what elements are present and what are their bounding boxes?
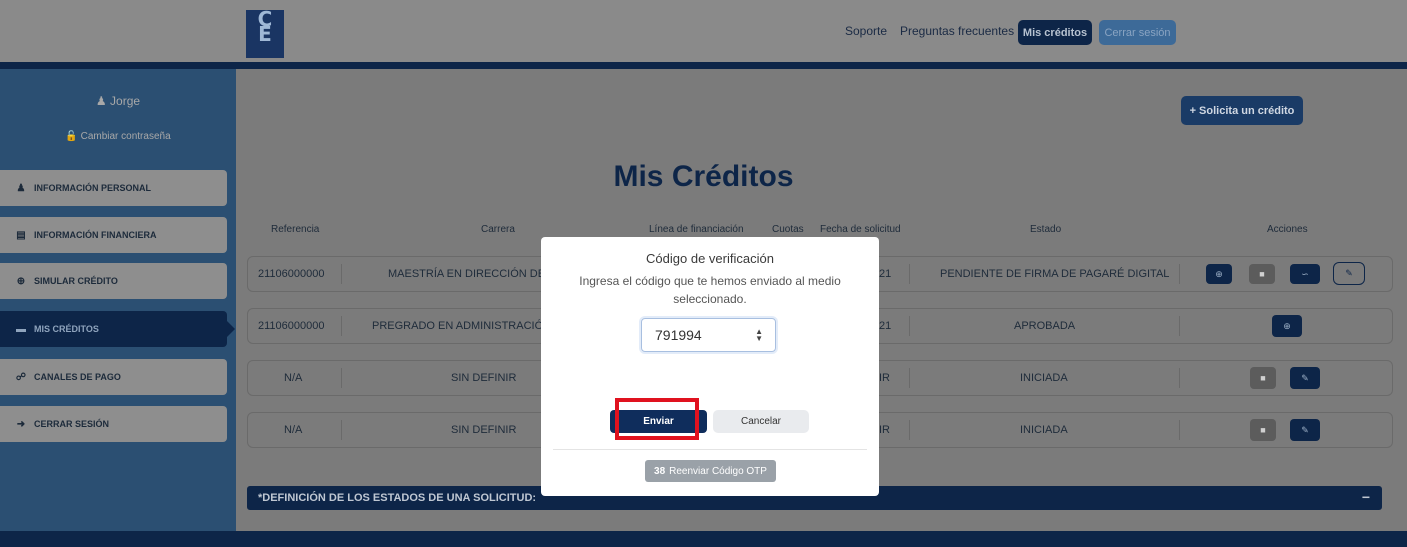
- cesa-logo[interactable]: CE: [246, 9, 284, 58]
- cell-divider: [909, 368, 910, 388]
- sidebar-item-simulate-credit[interactable]: ⊕ SIMULAR CRÉDITO: [0, 263, 227, 299]
- edit-icon[interactable]: ✎: [1290, 367, 1320, 389]
- navbar-divider: [0, 62, 1407, 69]
- signature-icon[interactable]: ∽: [1290, 264, 1320, 284]
- modal-description: Ingresa el código que te hemos enviado a…: [579, 274, 841, 306]
- resend-countdown: 38: [654, 465, 666, 477]
- cell-divider: [909, 420, 910, 440]
- search-plus-icon: ⊕: [16, 275, 26, 287]
- sign-out-icon: ➜: [16, 418, 26, 430]
- cart-icon: ☍: [15, 371, 27, 383]
- cell-status: INICIADA: [1020, 424, 1068, 436]
- trash-icon[interactable]: ■: [1250, 367, 1276, 389]
- edit-document-icon[interactable]: ✎: [1333, 262, 1365, 285]
- col-header-actions: Acciones: [1267, 224, 1308, 235]
- cell-reference: 21106000000: [258, 268, 325, 280]
- cell-career: PREGRADO EN ADMINISTRACIÓN: [372, 320, 552, 332]
- col-header-installments: Cuotas: [772, 224, 804, 235]
- cell-reference: N/A: [284, 424, 303, 436]
- cell-reference: 21106000000: [258, 320, 325, 332]
- col-header-career: Carrera: [481, 224, 515, 235]
- col-header-reference: Referencia: [271, 224, 320, 235]
- cell-status: INICIADA: [1020, 372, 1068, 384]
- cell-divider: [341, 368, 342, 388]
- cell-divider: [1179, 420, 1180, 440]
- cell-divider: [1179, 264, 1180, 284]
- cell-divider: [341, 264, 342, 284]
- footer: [0, 531, 1407, 547]
- view-icon[interactable]: ⊕: [1272, 315, 1302, 337]
- sidebar-item-payment-channels[interactable]: ☍ CANALES DE PAGO: [0, 359, 227, 395]
- cell-career: SIN DEFINIR: [451, 424, 517, 436]
- my-credits-button[interactable]: Mis créditos: [1018, 20, 1092, 45]
- sidebar-item-financial-info[interactable]: ▤ INFORMACIÓN FINANCIERA: [0, 217, 227, 253]
- change-password-link[interactable]: 🔓 Cambiar contraseña: [0, 131, 236, 142]
- view-icon[interactable]: ⊕: [1206, 264, 1232, 284]
- collapse-icon[interactable]: −: [1362, 489, 1370, 505]
- cell-status: APROBADA: [1014, 320, 1076, 332]
- col-header-request-date: Fecha de solicitud: [820, 224, 901, 235]
- cell-divider: [909, 316, 910, 336]
- highlight-box: [615, 398, 699, 440]
- cell-status: PENDIENTE DE FIRMA DE PAGARÉ DIGITAL: [940, 268, 1170, 280]
- resend-otp-button[interactable]: 38 Reenviar Código OTP: [645, 460, 776, 482]
- cell-divider: [909, 264, 910, 284]
- cell-date: 21: [879, 320, 892, 332]
- logout-top-button[interactable]: Cerrar sesión: [1099, 20, 1176, 45]
- otp-input[interactable]: 791994 ▲ ▼: [641, 318, 776, 352]
- card-icon: ▬: [16, 323, 26, 335]
- top-navbar: [0, 0, 1407, 62]
- modal-title: Código de verificación: [646, 251, 774, 266]
- verification-modal: Código de verificación Ingresa el código…: [541, 237, 879, 496]
- cell-date: IR: [879, 424, 890, 436]
- edit-icon[interactable]: ✎: [1290, 419, 1320, 441]
- new-credit-button[interactable]: + Solicita un crédito: [1181, 96, 1303, 125]
- wallet-icon: ▤: [16, 229, 26, 241]
- number-spinner-icon[interactable]: ▲ ▼: [755, 328, 763, 343]
- user-icon: ♟: [95, 94, 107, 108]
- cell-divider: [341, 420, 342, 440]
- sidebar-item-my-credits[interactable]: ▬ MIS CRÉDITOS: [0, 311, 235, 347]
- cancel-button[interactable]: Cancelar: [713, 410, 809, 433]
- otp-value: 791994: [655, 327, 702, 343]
- cell-date: 21: [879, 268, 892, 280]
- support-link[interactable]: Soporte: [845, 24, 887, 38]
- cell-date: IR: [879, 372, 890, 384]
- col-header-status: Estado: [1030, 224, 1062, 235]
- modal-divider: [553, 449, 867, 450]
- user-name: ♟ Jorge: [95, 94, 141, 108]
- col-header-financing-line: Línea de financiación: [649, 224, 744, 235]
- lock-icon: 🔓: [65, 131, 78, 142]
- cell-divider: [1179, 316, 1180, 336]
- cell-career: MAESTRÍA EN DIRECCIÓN DE I: [388, 268, 552, 280]
- cell-divider: [341, 316, 342, 336]
- cell-reference: N/A: [284, 372, 303, 384]
- faq-link[interactable]: Preguntas frecuentes: [900, 24, 1014, 38]
- trash-icon[interactable]: ■: [1249, 264, 1275, 284]
- page-title: Mis Créditos: [613, 160, 794, 193]
- sidebar-item-logout[interactable]: ➜ CERRAR SESIÓN: [0, 406, 227, 442]
- cell-divider: [1179, 368, 1180, 388]
- trash-icon[interactable]: ■: [1250, 419, 1276, 441]
- cell-career: SIN DEFINIR: [451, 372, 517, 384]
